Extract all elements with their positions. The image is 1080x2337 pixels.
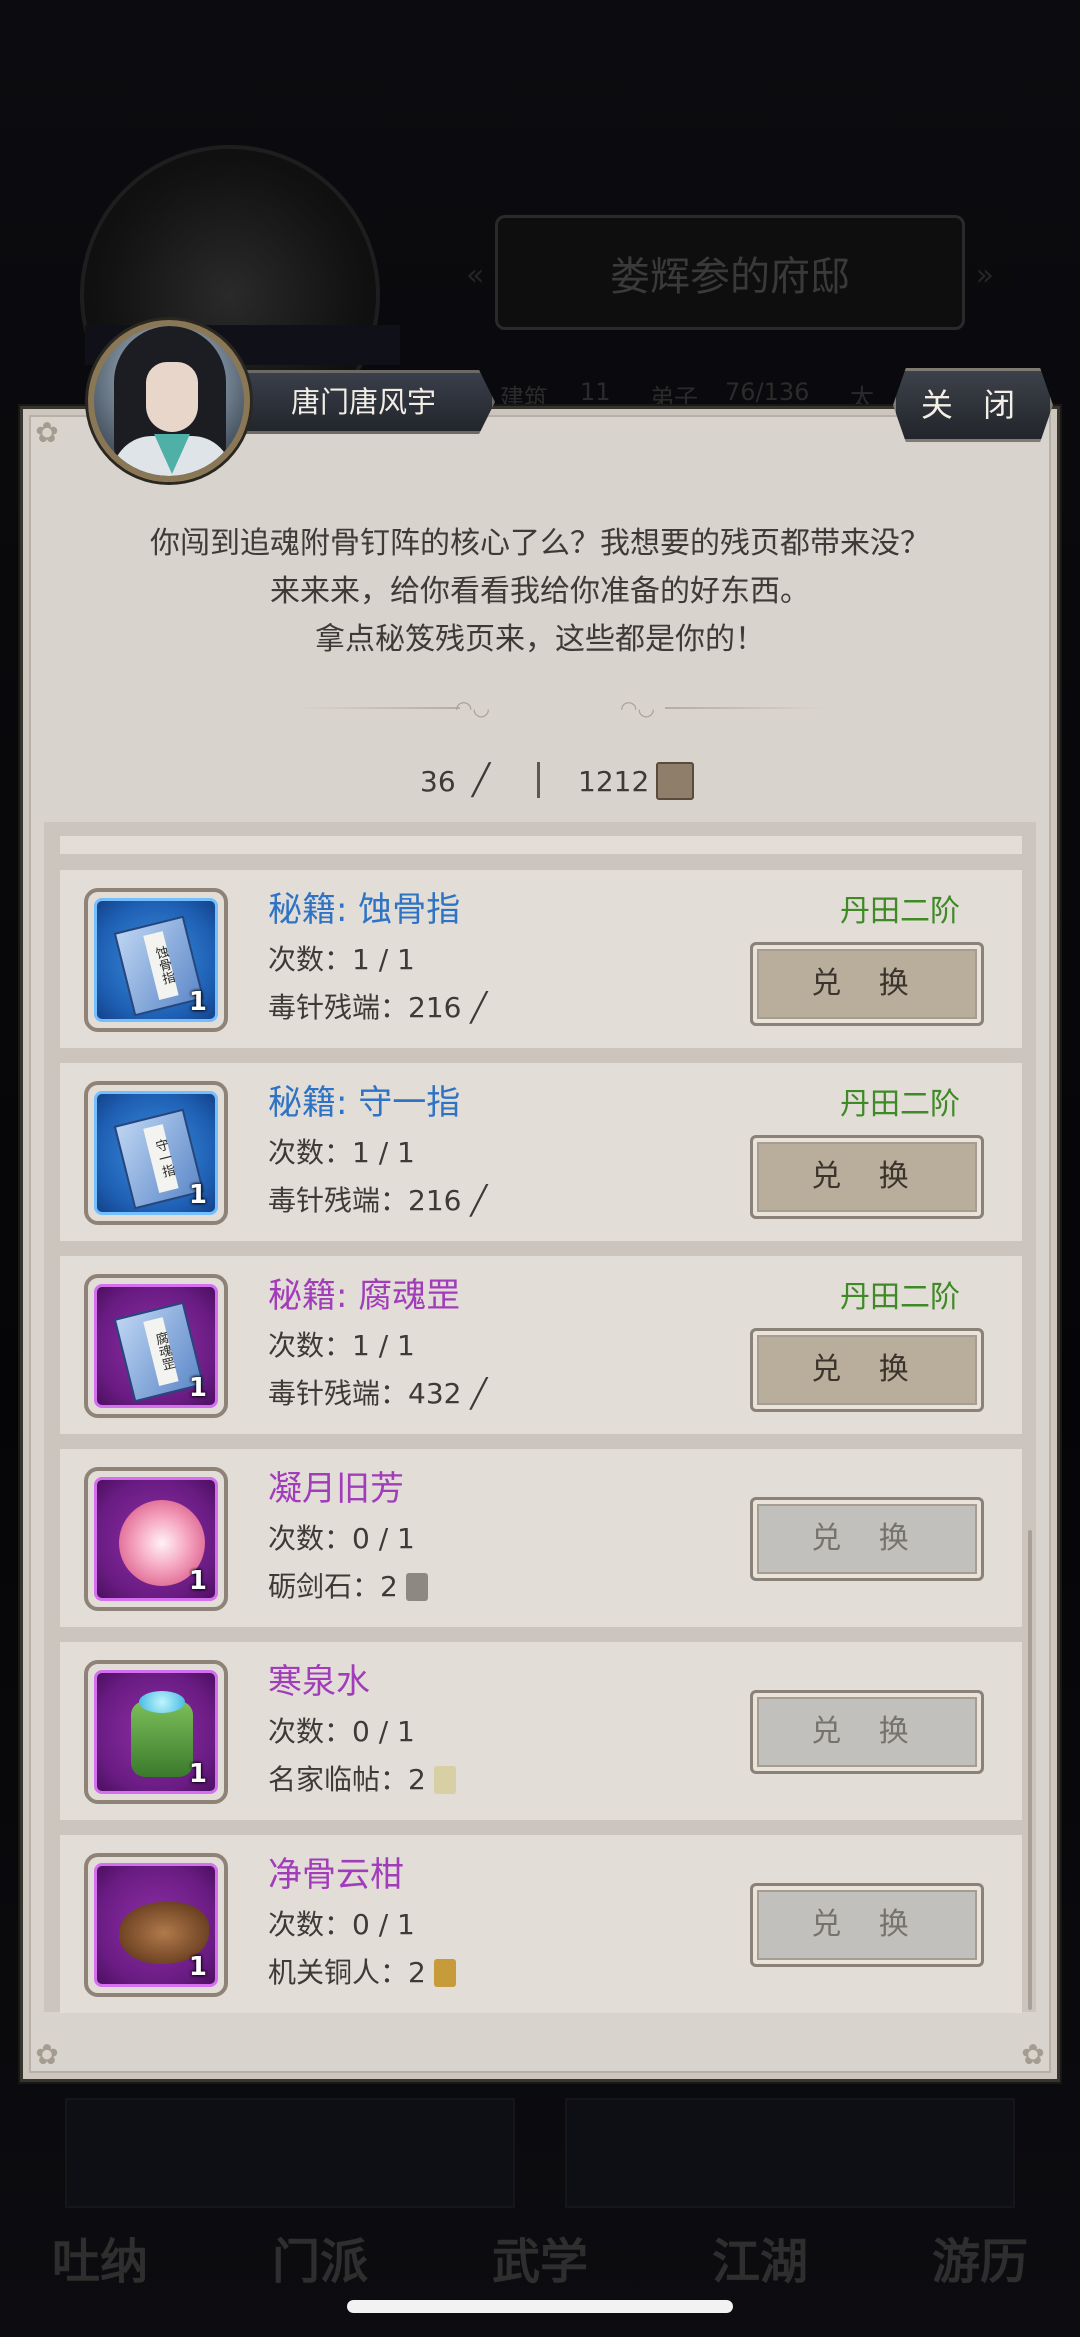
dialog-line: 拿点秘笈残页来，这些都是你的！	[315, 622, 765, 657]
whetstone-icon	[405, 1573, 428, 1601]
list-item-partial	[60, 836, 1022, 854]
item-count: 次数：0 / 1	[268, 1522, 415, 1555]
dialog-line: 来来来，给你看看我给你准备的好东西。	[270, 574, 810, 609]
item-cost: 机关铜人：2	[268, 1953, 456, 1993]
dialog-line: 你闯到追魂附骨钉阵的核心了么？我想要的残页都带来没？	[150, 526, 930, 561]
exchange-button[interactable]: 兑 换	[750, 1135, 984, 1219]
item-count: 次数：1 / 1	[268, 1329, 415, 1362]
list-item: 1 凝月旧芳 次数：0 / 1 砺剑石：2 兑 换	[60, 1449, 1022, 1627]
item-quantity: 1	[188, 1180, 207, 1210]
divider	[300, 707, 460, 709]
item-quantity: 1	[188, 1566, 207, 1596]
item-quantity: 1	[188, 1952, 207, 1982]
list-item: 腐魂罡 1 秘籍: 腐魂罡 次数：1 / 1 毒针残端：432 ╱ 丹田二阶 兑 …	[60, 1256, 1022, 1434]
item-count: 次数：1 / 1	[268, 1136, 415, 1169]
item-cost: 砺剑石：2	[268, 1567, 428, 1607]
npc-avatar	[88, 320, 250, 482]
stat-value: 11	[580, 378, 611, 406]
npc-name-plate: 唐门唐风宇	[230, 370, 495, 434]
exchange-button[interactable]: 兑 换	[750, 942, 984, 1026]
exchange-button[interactable]: 兑 换	[750, 1690, 984, 1774]
item-cost: 毒针残端：216 ╱	[268, 991, 488, 1024]
ornament-icon: «	[466, 258, 485, 293]
bronze-puppet-icon	[433, 1959, 456, 1987]
item-icon-frame[interactable]: 1	[84, 1853, 228, 1997]
residence-title-plate: « 娄辉参的府邸 »	[466, 215, 994, 330]
nav-tuna[interactable]: 吐纳	[0, 2187, 200, 2337]
poison-needle-count: 36	[420, 765, 456, 798]
residence-title: 娄辉参的府邸	[610, 253, 850, 300]
needle-icon: ╱	[470, 1184, 488, 1217]
scroll-fragment-icon	[656, 762, 694, 800]
item-requirement: 丹田二阶	[840, 1087, 960, 1122]
item-icon-frame[interactable]: 1	[84, 1660, 228, 1804]
item-quantity: 1	[188, 1759, 207, 1789]
needle-icon: ╱	[472, 763, 491, 798]
npc-dialog: 你闯到追魂附骨钉阵的核心了么？我想要的残页都带来没？ 来来来，给你看看我给你准备…	[60, 520, 1020, 664]
corner-ornament-icon: ✿	[1021, 2038, 1045, 2071]
item-requirement: 丹田二阶	[840, 894, 960, 929]
item-count: 次数：1 / 1	[268, 943, 415, 976]
close-button[interactable]: 关 闭	[893, 368, 1053, 442]
list-item: 守一指 1 秘籍: 守一指 次数：1 / 1 毒针残端：216 ╱ 丹田二阶 兑 …	[60, 1063, 1022, 1241]
nav-martial[interactable]: 武学	[440, 2187, 640, 2337]
item-requirement: 丹田二阶	[840, 1280, 960, 1315]
item-title: 凝月旧芳	[268, 1469, 404, 1509]
corner-ornament-icon: ✿	[35, 416, 59, 449]
list-item: 1 寒泉水 次数：0 / 1 名家临帖：2 兑 换	[60, 1642, 1022, 1820]
flask-icon	[131, 1691, 193, 1777]
needle-icon: ╱	[470, 991, 488, 1024]
item-cost: 名家临帖：2	[268, 1760, 456, 1800]
ornament-icon: »	[975, 258, 994, 293]
exchange-button[interactable]: 兑 换	[750, 1328, 984, 1412]
cloud-ornament-icon: ◠◡	[455, 696, 490, 720]
divider	[665, 707, 825, 709]
home-indicator[interactable]	[347, 2300, 733, 2313]
item-count: 次数：0 / 1	[268, 1908, 415, 1941]
cloud-ornament-icon: ◠◡	[620, 696, 655, 720]
list-scrollbar[interactable]	[1028, 1530, 1032, 2010]
calligraphy-icon	[433, 1766, 456, 1794]
nav-travel[interactable]: 游历	[880, 2187, 1080, 2337]
nav-sect[interactable]: 门派	[220, 2187, 420, 2337]
stat-value: 76/136	[725, 378, 810, 406]
exchange-button[interactable]: 兑 换	[750, 1497, 984, 1581]
list-item: 1 净骨云柑 次数：0 / 1 机关铜人：2 兑 换	[60, 1835, 1022, 2013]
item-title: 秘籍: 守一指	[268, 1083, 461, 1123]
item-count: 次数：0 / 1	[268, 1715, 415, 1748]
currency-separator	[537, 762, 540, 798]
exchange-button[interactable]: 兑 换	[750, 1883, 984, 1967]
secret-page-count: 1212	[578, 765, 650, 798]
item-icon-frame[interactable]: 腐魂罡 1	[84, 1274, 228, 1418]
item-title: 秘籍: 腐魂罡	[268, 1276, 461, 1316]
item-title: 秘籍: 蚀骨指	[268, 890, 461, 930]
bottom-nav: 吐纳 门派 武学 江湖 游历	[0, 2177, 1080, 2337]
item-icon-frame[interactable]: 蚀骨指 1	[84, 888, 228, 1032]
corner-ornament-icon: ✿	[35, 2038, 59, 2071]
item-quantity: 1	[188, 987, 207, 1017]
needle-icon: ╱	[470, 1377, 488, 1410]
item-icon-frame[interactable]: 守一指 1	[84, 1081, 228, 1225]
list-item: 蚀骨指 1 秘籍: 蚀骨指 次数：1 / 1 毒针残端：216 ╱ 丹田二阶 兑 …	[60, 870, 1022, 1048]
item-cost: 毒针残端：216 ╱	[268, 1184, 488, 1217]
item-title: 净骨云柑	[268, 1855, 404, 1895]
item-quantity: 1	[188, 1373, 207, 1403]
npc-name: 唐门唐风宇	[291, 385, 437, 419]
item-cost: 毒针残端：432 ╱	[268, 1377, 488, 1410]
item-title: 寒泉水	[268, 1662, 370, 1702]
item-icon-frame[interactable]: 1	[84, 1467, 228, 1611]
nav-jianghu[interactable]: 江湖	[660, 2187, 860, 2337]
